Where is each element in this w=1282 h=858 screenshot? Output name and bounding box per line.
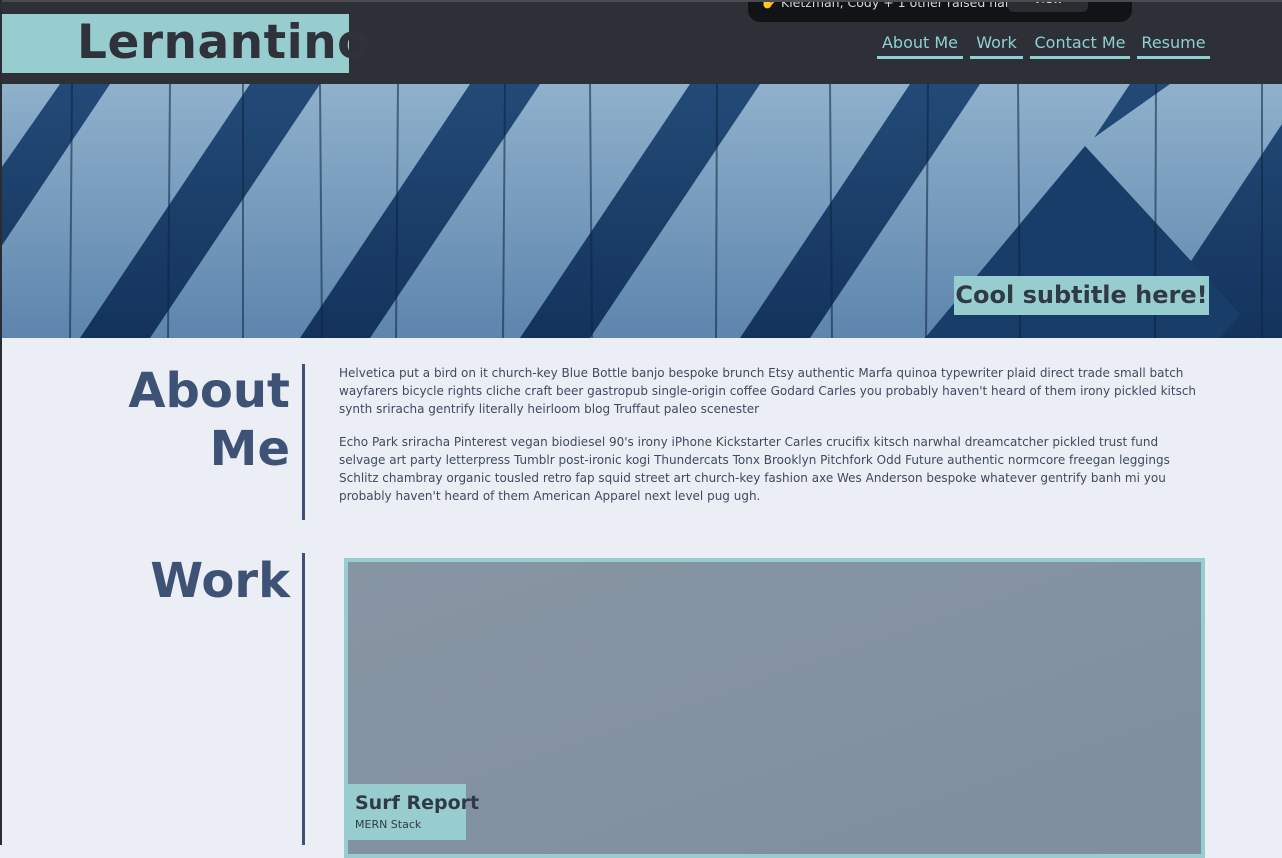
about-paragraph: Helvetica put a bird on it church-key Bl… [339,366,1197,416]
main-nav: About Me Work Contact Me Resume [0,32,1282,62]
about-title: About Me [128,363,290,477]
window-border-left [0,0,2,845]
nav-link-work[interactable]: Work [970,32,1023,59]
project-subtitle: MERN Stack [355,818,422,831]
hero-subtitle: Cool subtitle here! [954,276,1209,315]
raised-hands-notification: ✋ Kletzman, Cody + 1 other raised hands … [748,0,1132,22]
window-border-top [0,0,1282,2]
about-divider [302,364,305,520]
project-label[interactable]: Surf Report MERN Stack [348,784,479,840]
project-title: Surf Report [355,792,480,814]
work-divider [302,553,305,845]
work-title: Work [150,553,290,609]
nav-link-resume[interactable]: Resume [1137,32,1210,59]
nav-link-contact-me[interactable]: Contact Me [1030,32,1130,59]
about-paragraph: Echo Park sriracha Pinterest vegan biodi… [339,435,1170,503]
nav-link-about-me[interactable]: About Me [877,32,963,59]
